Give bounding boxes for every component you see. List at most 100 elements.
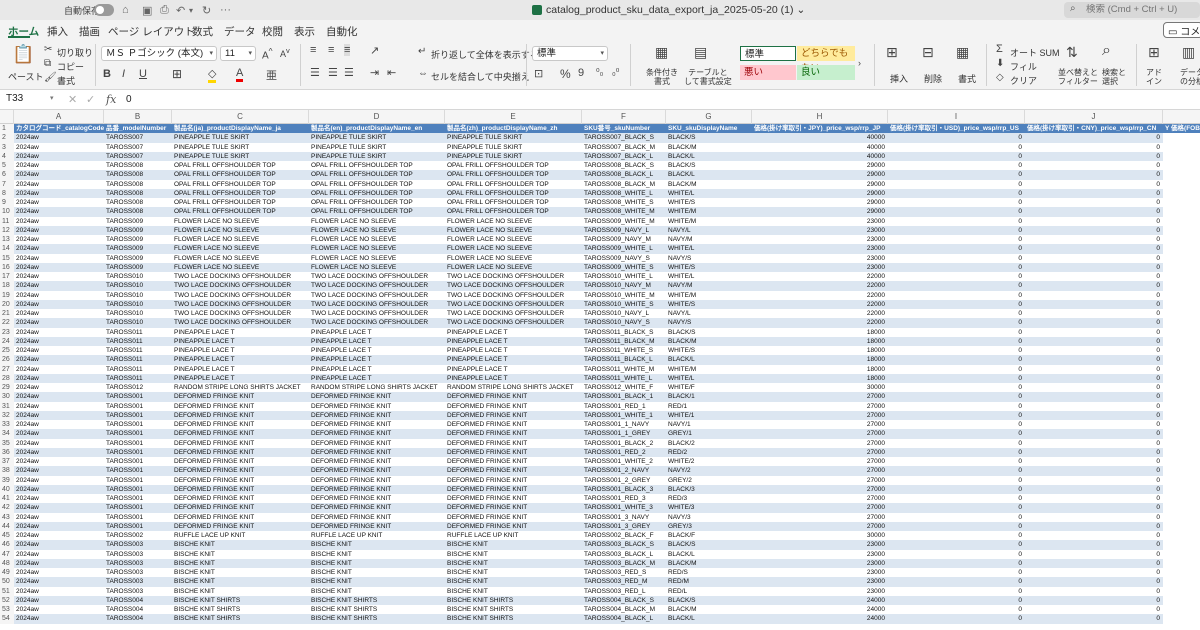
- table-cell[interactable]: 0: [888, 355, 1025, 365]
- table-cell[interactable]: TAROSS009: [104, 217, 172, 226]
- table-cell[interactable]: 2024aw: [14, 595, 104, 605]
- table-cell[interactable]: 0: [1025, 540, 1163, 550]
- table-cell[interactable]: WHITE/1: [666, 410, 752, 420]
- cancel-icon[interactable]: ✕: [68, 93, 77, 106]
- table-cell[interactable]: 0: [1025, 550, 1163, 559]
- table-cell[interactable]: 2024aw: [14, 587, 104, 596]
- tab-formulas[interactable]: 数式: [192, 24, 213, 39]
- merge-center-button[interactable]: セルを結合して中央揃え: [431, 70, 530, 83]
- table-cell[interactable]: TWO LACE DOCKING OFFSHOULDER: [172, 272, 309, 281]
- style-neutral[interactable]: どちらでもない: [797, 46, 855, 74]
- table-cell[interactable]: 0: [888, 225, 1025, 235]
- table-cell[interactable]: DEFORMED FRINGE KNIT: [309, 521, 445, 531]
- table-cell[interactable]: 0: [888, 402, 1025, 411]
- table-cell[interactable]: 0: [1025, 614, 1163, 624]
- table-cell[interactable]: TAROSS011: [104, 365, 172, 374]
- table-cell[interactable]: TAROSS001_BLACK_2: [582, 439, 666, 448]
- table-cell[interactable]: FLOWER LACE NO SLEEVE: [172, 262, 309, 272]
- row-number[interactable]: 31: [0, 401, 14, 411]
- table-cell[interactable]: BLACK/M: [666, 558, 752, 568]
- table-cell[interactable]: 2024aw: [14, 420, 104, 429]
- table-cell[interactable]: TAROSS009_WHITE_S: [582, 262, 666, 272]
- table-cell[interactable]: TAROSS003_RED_L: [582, 587, 666, 596]
- table-cell[interactable]: BLACK/L: [666, 355, 752, 365]
- table-cell[interactable]: 0: [888, 291, 1025, 300]
- row-number[interactable]: 1: [0, 124, 14, 134]
- table-cell[interactable]: 0: [888, 217, 1025, 226]
- table-cell[interactable]: TAROSS011_WHITE_M: [582, 365, 666, 374]
- table-cell[interactable]: 0: [888, 476, 1025, 485]
- table-cell[interactable]: DEFORMED FRINGE KNIT: [309, 513, 445, 522]
- table-cell[interactable]: PINEAPPLE LACE T: [445, 346, 582, 355]
- table-cell[interactable]: 0: [1025, 170, 1163, 180]
- row-number[interactable]: 16: [0, 262, 14, 272]
- table-cell[interactable]: DEFORMED FRINGE KNIT: [172, 402, 309, 411]
- table-cell[interactable]: TAROSS001: [104, 484, 172, 494]
- table-cell[interactable]: NAVY/M: [666, 281, 752, 291]
- table-cell[interactable]: 0: [1025, 420, 1163, 429]
- table-cell[interactable]: DEFORMED FRINGE KNIT: [309, 476, 445, 485]
- table-cell[interactable]: BLACK/M: [666, 336, 752, 346]
- table-cell[interactable]: PINEAPPLE LACE T: [172, 336, 309, 346]
- table-cell[interactable]: TAROSS009: [104, 262, 172, 272]
- delete-button[interactable]: 削除: [924, 72, 942, 85]
- table-cell[interactable]: DEFORMED FRINGE KNIT: [445, 420, 582, 429]
- table-cell[interactable]: TAROSS008_BLACK_S: [582, 161, 666, 170]
- table-cell[interactable]: 0: [1025, 410, 1163, 420]
- table-cell[interactable]: 22000: [752, 281, 888, 291]
- table-cell[interactable]: BLACK/F: [666, 531, 752, 540]
- table-cell[interactable]: DEFORMED FRINGE KNIT: [445, 521, 582, 531]
- table-cell[interactable]: TAROSS004: [104, 595, 172, 605]
- phonetic-icon[interactable]: 亜: [266, 67, 277, 83]
- table-cell[interactable]: PINEAPPLE LACE T: [309, 328, 445, 337]
- table-cell[interactable]: NAVY/3: [666, 513, 752, 522]
- table-cell[interactable]: PINEAPPLE LACE T: [172, 355, 309, 365]
- insert-button[interactable]: 挿入: [890, 72, 908, 85]
- table-cell[interactable]: WHITE/M: [666, 207, 752, 217]
- table-cell[interactable]: PINEAPPLE TULE SKIRT: [172, 143, 309, 152]
- find-icon[interactable]: ⌕: [1102, 42, 1111, 60]
- table-cell[interactable]: 0: [888, 457, 1025, 466]
- table-cell[interactable]: 0: [1025, 513, 1163, 522]
- table-cell[interactable]: 0: [1025, 272, 1163, 281]
- table-cell[interactable]: 23000: [752, 254, 888, 263]
- row-number[interactable]: 44: [0, 521, 14, 531]
- table-cell[interactable]: 2024aw: [14, 198, 104, 207]
- table-cell[interactable]: TAROSS001: [104, 392, 172, 402]
- table-cell[interactable]: 0: [1025, 484, 1163, 494]
- column-header-g[interactable]: G: [666, 110, 752, 124]
- table-cell[interactable]: TAROSS003_BLACK_L: [582, 550, 666, 559]
- table-cell[interactable]: WHITE/S: [666, 198, 752, 207]
- autosave-toggle[interactable]: [94, 4, 114, 16]
- table-cell[interactable]: 2024aw: [14, 540, 104, 550]
- table-cell[interactable]: 0: [1025, 151, 1163, 161]
- row-number[interactable]: 21: [0, 309, 14, 319]
- table-cell[interactable]: BISCHE KNIT: [172, 577, 309, 587]
- table-cell[interactable]: TAROSS001: [104, 457, 172, 466]
- conditional-format-icon[interactable]: ▦: [655, 44, 668, 61]
- table-cell[interactable]: 40000: [752, 133, 888, 143]
- table-cell[interactable]: 0: [888, 494, 1025, 503]
- table-cell[interactable]: PINEAPPLE LACE T: [309, 365, 445, 374]
- comment-button[interactable]: ▭ コメ: [1163, 22, 1200, 38]
- sort-filter-button[interactable]: 並べ替えと フィルター: [1058, 68, 1098, 86]
- table-cell[interactable]: 23000: [752, 235, 888, 244]
- table-cell[interactable]: 0: [1025, 383, 1163, 392]
- table-cell[interactable]: TAROSS004_BLACK_S: [582, 595, 666, 605]
- italic-button[interactable]: I: [122, 68, 125, 80]
- table-cell[interactable]: DEFORMED FRINGE KNIT: [445, 513, 582, 522]
- table-cell[interactable]: 2024aw: [14, 373, 104, 383]
- table-cell[interactable]: 0: [888, 281, 1025, 291]
- table-cell[interactable]: TAROSS009_NAVY_L: [582, 225, 666, 235]
- table-cell[interactable]: TWO LACE DOCKING OFFSHOULDER: [309, 318, 445, 328]
- table-cell[interactable]: PINEAPPLE TULE SKIRT: [445, 143, 582, 152]
- table-cell[interactable]: 24000: [752, 614, 888, 624]
- table-cell[interactable]: 0: [1025, 254, 1163, 263]
- table-cell[interactable]: TAROSS001: [104, 513, 172, 522]
- table-cell[interactable]: FLOWER LACE NO SLEEVE: [172, 244, 309, 254]
- table-cell[interactable]: DEFORMED FRINGE KNIT: [172, 410, 309, 420]
- table-cell[interactable]: DEFORMED FRINGE KNIT: [309, 484, 445, 494]
- copy-button[interactable]: コピー: [57, 60, 84, 73]
- table-cell[interactable]: BLACK/M: [666, 143, 752, 152]
- table-cell[interactable]: WHITE/2: [666, 457, 752, 466]
